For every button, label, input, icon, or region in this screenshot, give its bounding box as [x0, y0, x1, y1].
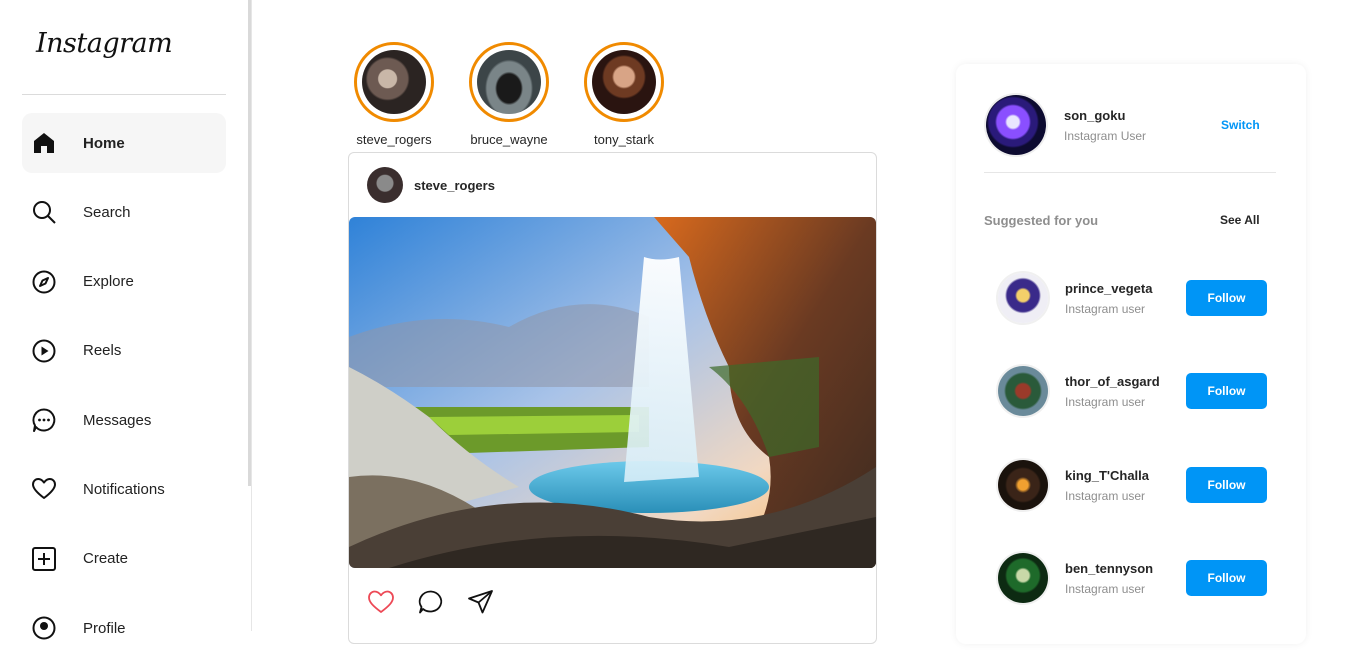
sidebar-item-search[interactable]: Search [22, 182, 226, 242]
follow-button[interactable]: Follow [1186, 280, 1267, 316]
avatar[interactable] [998, 366, 1048, 416]
sidebar-nav: Home Search Explore Reels Messages Notif… [22, 113, 226, 667]
story-username: tony_stark [594, 132, 654, 147]
avatar[interactable] [998, 553, 1048, 603]
sidebar-item-explore[interactable]: Explore [22, 252, 226, 312]
story-avatar [592, 50, 656, 114]
sidebar: Instagram Home Search Explore Reels Mess… [0, 0, 248, 640]
story-avatar [477, 50, 541, 114]
avatar[interactable] [998, 460, 1048, 510]
post-card: steve_rogers [348, 152, 877, 644]
sidebar-item-reels[interactable]: Reels [22, 321, 226, 381]
sidebar-border [251, 0, 252, 631]
story-ring [584, 42, 664, 122]
suggested-title: Suggested for you [984, 213, 1099, 228]
suggestion-username[interactable]: king_T'Challa [1065, 468, 1186, 483]
suggestion-item: thor_of_asgard Instagram user Follow [998, 366, 1268, 416]
see-all-link[interactable]: See All [1220, 213, 1260, 227]
sidebar-item-create[interactable]: Create [22, 529, 226, 589]
sidebar-item-label: Create [83, 550, 129, 568]
heart-icon [22, 476, 66, 502]
story-ring [469, 42, 549, 122]
story-username: bruce_wayne [470, 132, 548, 147]
sidebar-item-label: Home [83, 134, 125, 152]
profile-icon [22, 615, 66, 641]
story-item[interactable]: tony_stark [569, 42, 679, 147]
comment-icon[interactable] [417, 589, 445, 620]
suggestion-subtitle: Instagram user [1065, 488, 1146, 503]
switch-account-link[interactable]: Switch [1221, 118, 1260, 132]
reels-icon [22, 338, 66, 364]
sidebar-item-home[interactable]: Home [22, 113, 226, 173]
post-header: steve_rogers [367, 167, 495, 203]
divider [22, 94, 226, 95]
current-user-subtitle: Instagram User [1064, 128, 1147, 143]
avatar[interactable] [367, 167, 403, 203]
divider [984, 172, 1276, 173]
story-username: steve_rogers [356, 132, 432, 147]
home-icon [22, 131, 66, 155]
sidebar-item-messages[interactable]: Messages [22, 390, 226, 450]
suggestion-subtitle: Instagram user [1065, 581, 1146, 596]
avatar[interactable] [986, 95, 1046, 155]
share-icon[interactable] [467, 589, 495, 620]
sidebar-item-label: Messages [83, 411, 152, 429]
post-username[interactable]: steve_rogers [414, 178, 495, 193]
story-item[interactable]: steve_rogers [339, 42, 449, 147]
instagram-logo[interactable]: Instagram [36, 28, 173, 59]
story-item[interactable]: bruce_wayne [454, 42, 564, 147]
story-ring [354, 42, 434, 122]
suggestion-subtitle: Instagram user [1065, 394, 1146, 409]
plus-square-icon [22, 546, 66, 572]
current-user: son_goku Instagram User [986, 95, 1146, 155]
compass-icon [22, 269, 66, 295]
messages-icon [22, 407, 66, 433]
sidebar-item-label: Search [83, 203, 131, 221]
sidebar-item-label: Reels [83, 342, 122, 360]
suggestion-item: king_T'Challa Instagram user Follow [998, 460, 1268, 510]
suggestion-username[interactable]: prince_vegeta [1065, 281, 1186, 296]
story-avatar [362, 50, 426, 114]
suggestion-item: prince_vegeta Instagram user Follow [998, 273, 1268, 323]
follow-button[interactable]: Follow [1186, 467, 1267, 503]
sidebar-item-profile[interactable]: Profile [22, 598, 226, 658]
search-icon [22, 199, 66, 225]
suggestion-subtitle: Instagram user [1065, 301, 1146, 316]
suggestion-item: ben_tennyson Instagram user Follow [998, 553, 1268, 603]
avatar[interactable] [998, 273, 1048, 323]
follow-button[interactable]: Follow [1186, 373, 1267, 409]
suggestion-username[interactable]: ben_tennyson [1065, 561, 1186, 576]
post-actions [367, 589, 495, 620]
post-image[interactable] [349, 217, 876, 568]
suggestions-panel: son_goku Instagram User Switch Suggested… [956, 64, 1306, 644]
suggestion-username[interactable]: thor_of_asgard [1065, 374, 1186, 389]
sidebar-item-label: Explore [83, 273, 134, 291]
like-icon[interactable] [367, 589, 395, 620]
sidebar-item-label: Profile [83, 619, 126, 637]
follow-button[interactable]: Follow [1186, 560, 1267, 596]
current-username[interactable]: son_goku [1064, 108, 1146, 123]
sidebar-item-label: Notifications [83, 480, 165, 498]
sidebar-item-notifications[interactable]: Notifications [22, 459, 226, 519]
